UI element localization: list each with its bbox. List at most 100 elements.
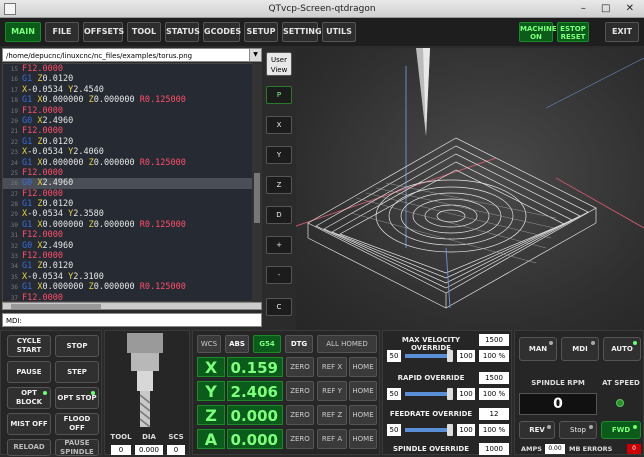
tab-main[interactable]: MAIN — [5, 22, 41, 42]
file-path-select[interactable]: /home/depucnc/linuxcnc/nc_files/examples… — [2, 48, 262, 62]
gcode-line[interactable]: 15 F12.0000 — [3, 64, 261, 74]
gcode-line[interactable]: 36 G1 X0.000000 Z0.000000 R0.125000 — [3, 282, 261, 292]
slider-knob[interactable] — [447, 350, 453, 362]
gcode-line[interactable]: 37 F12.0000 — [3, 293, 261, 301]
zero-x-button[interactable]: ZERO — [286, 357, 314, 377]
mdi-mode-button[interactable]: MDI — [561, 337, 599, 361]
step-button[interactable]: STEP — [55, 361, 99, 383]
tab-utils[interactable]: UTILS — [322, 22, 356, 42]
view-x-button[interactable]: X — [266, 116, 292, 134]
home-x-button[interactable]: HOME — [349, 357, 377, 377]
pause-spindle-button[interactable]: PAUSE SPINDLE — [55, 439, 99, 456]
spindle-stop-button[interactable]: Stop — [559, 421, 597, 439]
dtg-button[interactable]: DTG — [285, 335, 313, 353]
slider-knob[interactable] — [447, 388, 453, 400]
user-view-button[interactable]: User View — [266, 52, 292, 76]
pause-button[interactable]: PAUSE — [7, 361, 51, 383]
tab-setup[interactable]: SETUP — [244, 22, 278, 42]
gcode-line[interactable]: 24 G1 X0.000000 Z0.000000 R0.125000 — [3, 158, 261, 168]
mdi-input[interactable]: MDI: — [2, 313, 262, 327]
tab-status[interactable]: STATUS — [165, 22, 200, 42]
gcode-line[interactable]: 21 F12.0000 — [3, 126, 261, 136]
gcode-line[interactable]: 16 G1 Z0.0120 — [3, 74, 261, 84]
zero-a-button[interactable]: ZERO — [286, 429, 314, 449]
mb-errors-value: 0 — [627, 444, 641, 454]
reload-button[interactable]: RELOAD — [7, 439, 51, 456]
home-a-button[interactable]: HOME — [349, 429, 377, 449]
flood-off-button[interactable]: FLOOD OFF — [55, 413, 99, 435]
zero-y-button[interactable]: ZERO — [286, 381, 314, 401]
view-p-button[interactable]: P — [266, 86, 292, 104]
tab-bar: MAIN FILE OFFSETS TOOL STATUS GCODES SET… — [0, 18, 644, 46]
stop-button[interactable]: STOP — [55, 335, 99, 357]
window-controls[interactable]: – □ ✕ — [581, 0, 640, 18]
line-number: 23 — [10, 149, 18, 157]
gcode-editor[interactable]: 15 F12.0000 16 G1 Z0.0120 17 X-0.0534 Y2.4540… — [2, 63, 262, 302]
estop-reset-button[interactable]: ESTOP RESET — [557, 22, 589, 42]
max-velocity-slider[interactable] — [405, 350, 453, 362]
gcode-vertical-scrollbar[interactable] — [252, 63, 262, 302]
gcode-line[interactable]: 18 G1 X0.000000 Z0.000000 R0.125000 — [3, 95, 261, 105]
manual-mode-button[interactable]: MAN — [519, 337, 557, 361]
ref-y-button[interactable]: REF Y — [317, 381, 347, 401]
gcode-line[interactable]: 22 G1 Z0.0120 — [3, 137, 261, 147]
scroll-thumb[interactable] — [254, 173, 260, 223]
zero-z-button[interactable]: ZERO — [286, 405, 314, 425]
ref-a-button[interactable]: REF A — [317, 429, 347, 449]
view-y-button[interactable]: Y — [266, 146, 292, 164]
spindle-fwd-button[interactable]: FWD — [601, 421, 641, 439]
gcode-line[interactable]: 31 F12.0000 — [3, 230, 261, 240]
gcode-line[interactable]: 29 X-0.0534 Y2.3580 — [3, 209, 261, 219]
zoom-out-button[interactable]: - — [266, 266, 292, 284]
gcode-line[interactable]: 33 F12.0000 — [3, 251, 261, 261]
feedrate-override-label: FEEDRATE OVERRIDE — [389, 410, 473, 418]
slider-knob[interactable] — [447, 424, 453, 436]
opt-stop-button[interactable]: OPT STOP — [55, 387, 99, 409]
wcs-button[interactable]: WCS — [197, 335, 221, 353]
gcode-line[interactable]: 27 F12.0000 — [3, 189, 261, 199]
cycle-start-button[interactable]: CYCLE START — [7, 335, 51, 357]
mdi-label: MDI: — [6, 317, 22, 325]
auto-mode-button[interactable]: AUTO — [603, 337, 641, 361]
gcode-line[interactable]: 34 G1 Z0.0120 — [3, 261, 261, 271]
view-d-button[interactable]: D — [266, 206, 292, 224]
opt-block-button[interactable]: OPT BLOCK — [7, 387, 51, 409]
gcode-line[interactable]: 30 G1 X0.000000 Z0.000000 R0.125000 — [3, 220, 261, 230]
gcode-line[interactable]: 25 F12.0000 — [3, 168, 261, 178]
tab-file[interactable]: FILE — [45, 22, 79, 42]
gcode-line[interactable]: 17 X-0.0534 Y2.4540 — [3, 85, 261, 95]
gcode-line[interactable]: 32 G0 X2.4960 — [3, 241, 261, 251]
home-z-button[interactable]: HOME — [349, 405, 377, 425]
abs-button[interactable]: ABS — [225, 335, 249, 353]
tab-gcodes[interactable]: GCODES — [203, 22, 241, 42]
tab-settings[interactable]: SETTINGS — [282, 22, 327, 42]
scroll-thumb[interactable] — [11, 304, 101, 309]
tab-tool[interactable]: TOOL — [127, 22, 161, 42]
spindle-rev-button[interactable]: REV — [519, 421, 555, 439]
view-z-button[interactable]: Z — [266, 176, 292, 194]
ref-z-button[interactable]: REF Z — [317, 405, 347, 425]
toolpath-3d-viewer[interactable] — [295, 48, 644, 330]
mist-off-button[interactable]: MIST OFF — [7, 413, 51, 435]
opt-stop-label: OPT STOP — [57, 393, 97, 402]
gcode-line[interactable]: 28 G1 Z0.0120 — [3, 199, 261, 209]
tab-offsets[interactable]: OFFSETS — [83, 22, 124, 42]
gcode-text: G1 X0.000000 Z0.000000 R0.125000 — [22, 95, 186, 106]
chevron-down-icon[interactable]: ▼ — [249, 49, 261, 61]
gcode-line[interactable]: 26 G0 X2.4960 — [3, 178, 261, 189]
machine-on-button[interactable]: MACHINE ON — [519, 22, 557, 42]
at-speed-led-icon — [616, 399, 624, 407]
gcode-line[interactable]: 35 X-0.0534 Y2.3100 — [3, 272, 261, 282]
zoom-in-button[interactable]: + — [266, 236, 292, 254]
rapid-slider[interactable] — [405, 388, 453, 400]
gcode-line[interactable]: 20 G0 X2.4960 — [3, 116, 261, 126]
gcode-horizontal-scrollbar[interactable] — [2, 302, 262, 310]
feedrate-slider[interactable] — [405, 424, 453, 436]
gcode-line[interactable]: 23 X-0.0534 Y2.4060 — [3, 147, 261, 157]
gcode-line[interactable]: 19 F12.0000 — [3, 106, 261, 116]
home-y-button[interactable]: HOME — [349, 381, 377, 401]
g54-button[interactable]: G54 — [253, 335, 281, 353]
ref-x-button[interactable]: REF X — [317, 357, 347, 377]
exit-button[interactable]: EXIT — [605, 22, 639, 42]
clear-view-button[interactable]: C — [266, 298, 292, 316]
